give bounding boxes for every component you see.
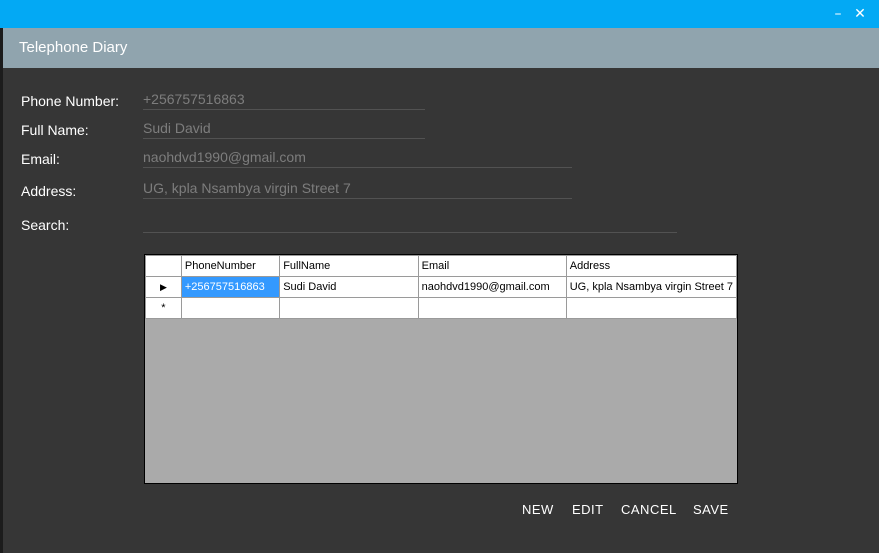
cell-phonenumber[interactable]: +256757516863 [180,276,281,298]
new-row[interactable]: * [145,297,737,319]
search-label: Search: [21,217,70,233]
current-row-arrow-icon[interactable]: ▶ [145,276,182,298]
edit-button[interactable]: EDIT [572,502,604,517]
cell-address[interactable]: UG, kpla Nsambya virgin Street 7 [565,276,737,298]
column-header-email[interactable]: Email [417,255,567,277]
row-header-corner [145,255,182,277]
phone-label: Phone Number: [21,93,120,109]
close-icon[interactable]: ✕ [852,6,868,22]
new-cell-address[interactable] [565,297,737,319]
address-label: Address: [21,183,77,199]
column-header-fullname[interactable]: FullName [279,255,419,277]
window-titlebar: – ✕ [0,0,879,28]
contacts-grid[interactable]: PhoneNumber FullName Email Address ▶ +25… [144,254,738,484]
contacts-table: PhoneNumber FullName Email Address ▶ +25… [145,255,737,319]
app-header: Telephone Diary [3,28,879,68]
fullname-label: Full Name: [21,122,89,138]
column-header-address[interactable]: Address [565,255,737,277]
address-input[interactable]: UG, kpla Nsambya virgin Street 7 [143,178,572,199]
cell-fullname[interactable]: Sudi David [279,276,419,298]
new-row-asterisk-icon[interactable]: * [145,297,182,319]
app-title: Telephone Diary [19,39,128,56]
table-header-row: PhoneNumber FullName Email Address [145,255,737,277]
cell-email[interactable]: naohdvd1990@gmail.com [417,276,567,298]
new-cell-fullname[interactable] [279,297,419,319]
new-cell-email[interactable] [417,297,567,319]
phone-input[interactable]: +256757516863 [143,89,425,110]
minimize-icon[interactable]: – [830,6,846,22]
new-button[interactable]: NEW [522,502,554,517]
main-panel: Phone Number: +256757516863 Full Name: S… [3,68,879,553]
column-header-phonenumber[interactable]: PhoneNumber [180,255,281,277]
email-input[interactable]: naohdvd1990@gmail.com [143,147,572,168]
save-button[interactable]: SAVE [693,502,729,517]
new-cell-phonenumber[interactable] [180,297,281,319]
email-label: Email: [21,151,60,167]
search-input[interactable] [143,212,677,233]
table-row[interactable]: ▶ +256757516863 Sudi David naohdvd1990@g… [145,276,737,298]
cancel-button[interactable]: CANCEL [621,502,677,517]
fullname-input[interactable]: Sudi David [143,118,425,139]
